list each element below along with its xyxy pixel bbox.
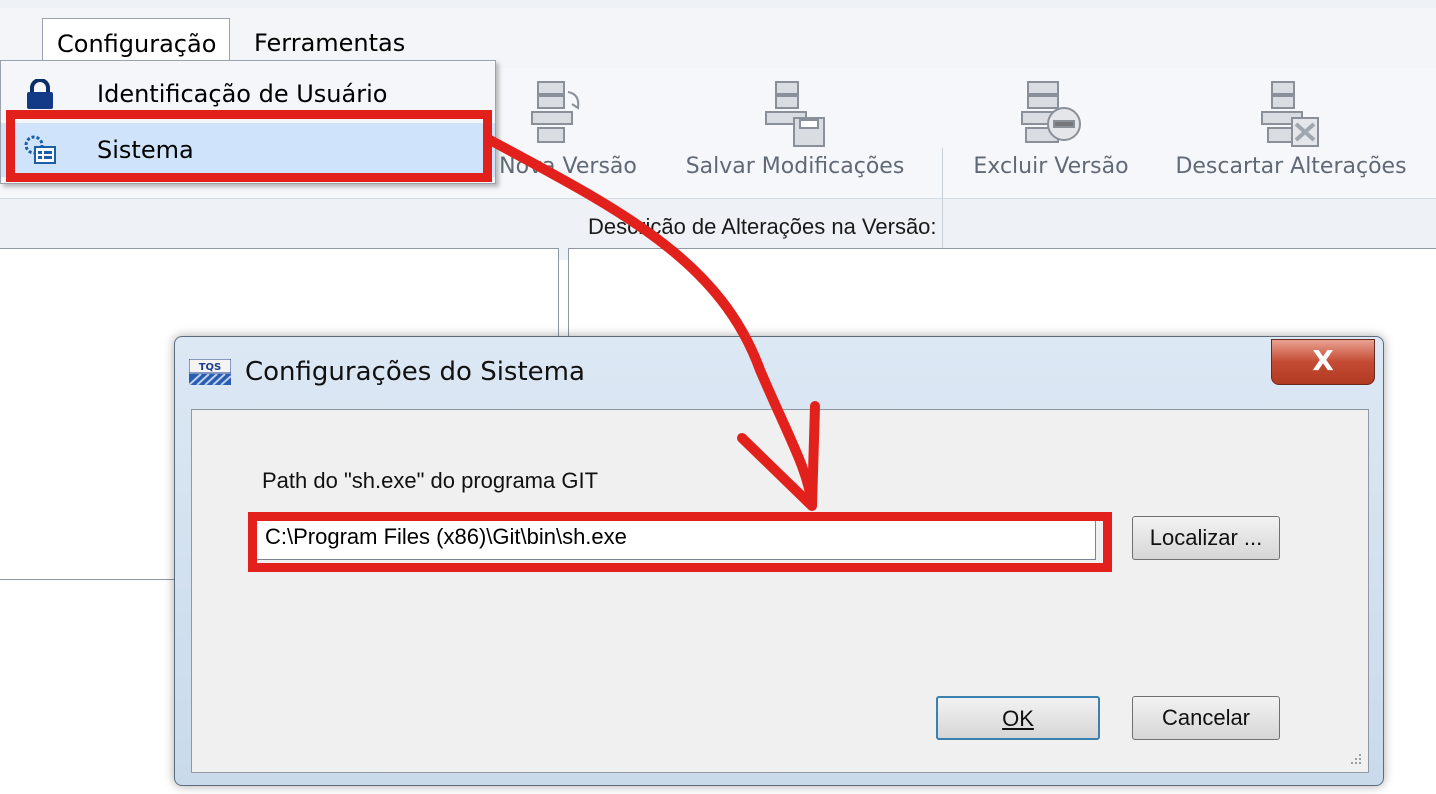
dialog-content: Path do "sh.exe" do programa GIT C:\Prog… [191,409,1369,773]
discard-changes-icon [1261,81,1319,147]
save-changes-button[interactable]: Salvar Modificações [664,68,926,198]
new-version-label: Nova Versão [499,154,637,179]
svg-text:TQS: TQS [199,362,222,373]
menu-item-label: Identificação de Usuário [97,80,388,108]
version-description-label: Descrição de Alterações na Versão: [588,214,937,239]
localizar-button[interactable]: Localizar ... [1132,516,1280,560]
configuracoes-sistema-dialog: TQS Configurações do Sistema X Path do "… [174,336,1384,786]
git-path-label: Path do "sh.exe" do programa GIT [262,468,599,493]
save-changes-icon [765,81,825,147]
new-version-icon [531,81,580,143]
dialog-title: Configurações do Sistema [245,357,585,387]
delete-version-label: Excluir Versão [973,154,1129,179]
menu-item-sistema[interactable]: Sistema [1,123,495,177]
git-path-input[interactable]: C:\Program Files (x86)\Git\bin\sh.exe [254,514,1096,560]
system-settings-icon [24,135,56,164]
toolbar-separator [942,148,943,248]
discard-changes-label: Descartar Alterações [1175,154,1407,179]
ok-label: OK [1002,706,1034,731]
delete-version-button[interactable]: Excluir Versão [956,68,1146,198]
menu-item-label: Sistema [97,136,194,164]
tqs-logo-icon: TQS [189,359,231,385]
close-button[interactable]: X [1271,339,1375,385]
delete-version-icon [1021,81,1081,143]
ok-button[interactable]: OK [936,696,1100,740]
menu-item-identificacao-usuario[interactable]: Identificação de Usuário [1,67,495,121]
lock-icon [27,79,53,109]
new-version-button[interactable]: Nova Versão [488,68,648,198]
discard-changes-button[interactable]: Descartar Alterações [1160,68,1422,198]
resize-grip-icon[interactable] [1348,752,1362,766]
cancelar-button[interactable]: Cancelar [1132,696,1280,740]
configuracao-dropdown-menu: Identificação de Usuário Sistema [0,60,496,184]
save-changes-label: Salvar Modificações [685,154,905,179]
menubar: Configuração Ferramentas [0,8,1436,68]
